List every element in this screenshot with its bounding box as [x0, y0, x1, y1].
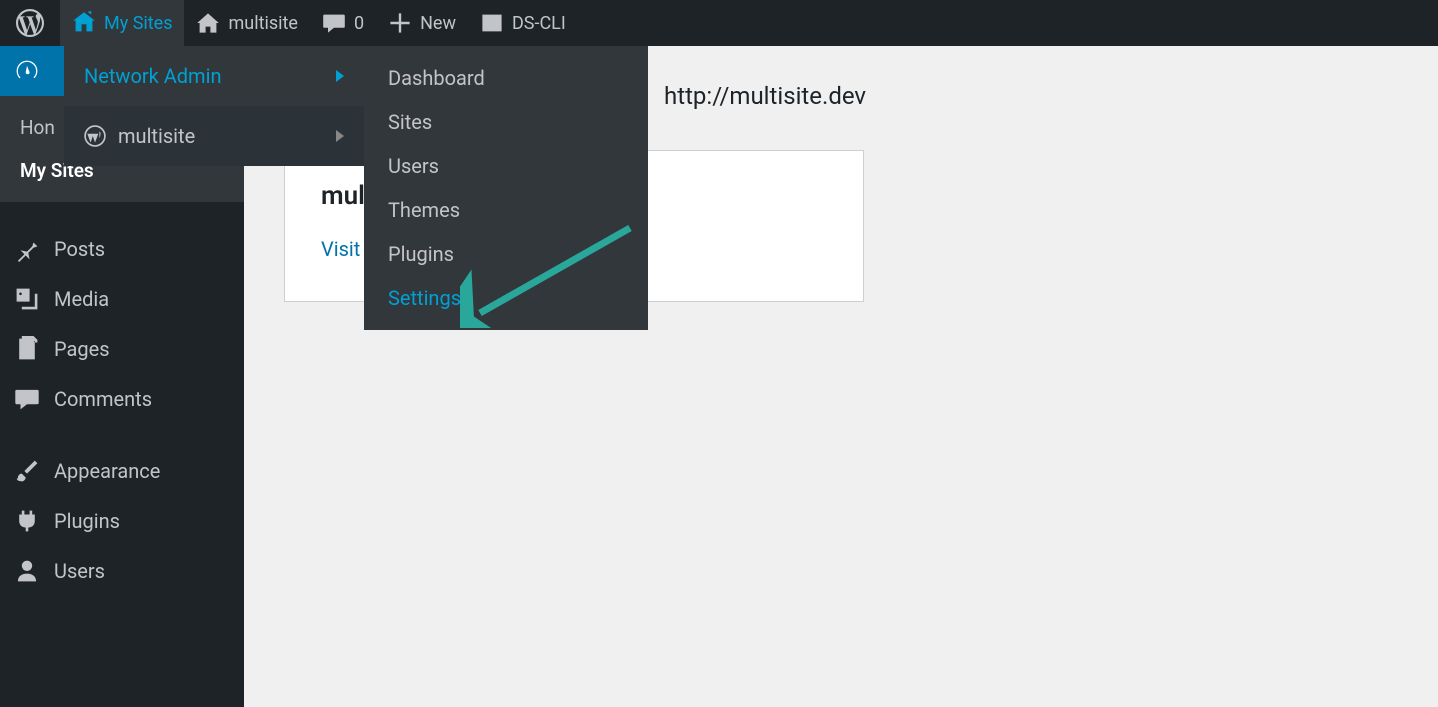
sidebar-pages[interactable]: Pages: [0, 324, 244, 374]
pin-icon: [14, 236, 40, 262]
plugin-icon: [14, 508, 40, 534]
wordpress-icon: [16, 9, 44, 37]
sidebar-appearance-label: Appearance: [54, 459, 160, 483]
adminbar-new-label: New: [420, 13, 456, 34]
comment-icon: [14, 386, 40, 412]
flyout2-sites[interactable]: Sites: [364, 100, 648, 144]
brush-icon: [14, 458, 40, 484]
adminbar-comments-count: 0: [354, 13, 364, 34]
sidebar-pages-label: Pages: [54, 337, 110, 361]
adminbar-mysites-label: My Sites: [104, 13, 172, 34]
user-icon: [14, 558, 40, 584]
adminbar-comments[interactable]: 0: [310, 0, 376, 46]
home-icon: [196, 11, 220, 35]
adminbar-new[interactable]: New: [376, 0, 468, 46]
flyout2-users[interactable]: Users: [364, 144, 648, 188]
primary-site-url: http://multisite.dev: [664, 82, 866, 110]
pages-icon: [14, 336, 40, 362]
sidebar-divider: [0, 424, 244, 446]
flyout-network-admin-label: Network Admin: [84, 64, 222, 88]
dashboard-icon: [14, 58, 40, 84]
flyout2-plugins[interactable]: Plugins: [364, 232, 648, 276]
flyout-site-entry[interactable]: multisite: [64, 106, 364, 166]
flyout2-settings[interactable]: Settings: [364, 276, 648, 320]
sites-icon: [72, 11, 96, 35]
adminbar-dscli-label: DS-CLI: [512, 13, 566, 34]
adminbar-dscli[interactable]: DS-CLI: [468, 0, 578, 46]
sidebar-media-label: Media: [54, 287, 109, 311]
adminbar-sitename[interactable]: multisite: [184, 0, 309, 46]
flyout-site-label: multisite: [118, 124, 195, 148]
adminbar: My Sites multisite 0 New DS-CLI: [0, 0, 1438, 46]
sidebar-comments[interactable]: Comments: [0, 374, 244, 424]
sidebar-users[interactable]: Users: [0, 546, 244, 596]
network-admin-flyout: Dashboard Sites Users Themes Plugins Set…: [364, 46, 648, 330]
wordpress-icon: [84, 125, 106, 147]
sidebar-divider: [0, 202, 244, 224]
sidebar-media[interactable]: Media: [0, 274, 244, 324]
flyout-network-admin[interactable]: Network Admin: [64, 46, 364, 106]
sidebar-comments-label: Comments: [54, 387, 152, 411]
sidebar-appearance[interactable]: Appearance: [0, 446, 244, 496]
flyout2-themes[interactable]: Themes: [364, 188, 648, 232]
media-icon: [14, 286, 40, 312]
chevron-right-icon: [336, 130, 344, 142]
adminbar-sitename-label: multisite: [228, 13, 297, 34]
plus-icon: [388, 11, 412, 35]
sidebar-posts-label: Posts: [54, 237, 105, 261]
adminbar-mysites[interactable]: My Sites: [60, 0, 184, 46]
wp-logo[interactable]: [0, 0, 60, 46]
sidebar-plugins[interactable]: Plugins: [0, 496, 244, 546]
terminal-icon: [480, 11, 504, 35]
sidebar-posts[interactable]: Posts: [0, 224, 244, 274]
chevron-right-icon: [336, 70, 344, 82]
comment-icon: [322, 11, 346, 35]
sidebar-plugins-label: Plugins: [54, 509, 120, 533]
flyout2-dashboard[interactable]: Dashboard: [364, 56, 648, 100]
site-visit-link[interactable]: Visit: [321, 237, 360, 261]
mysites-flyout: Network Admin multisite: [64, 46, 364, 166]
sidebar-users-label: Users: [54, 559, 105, 583]
